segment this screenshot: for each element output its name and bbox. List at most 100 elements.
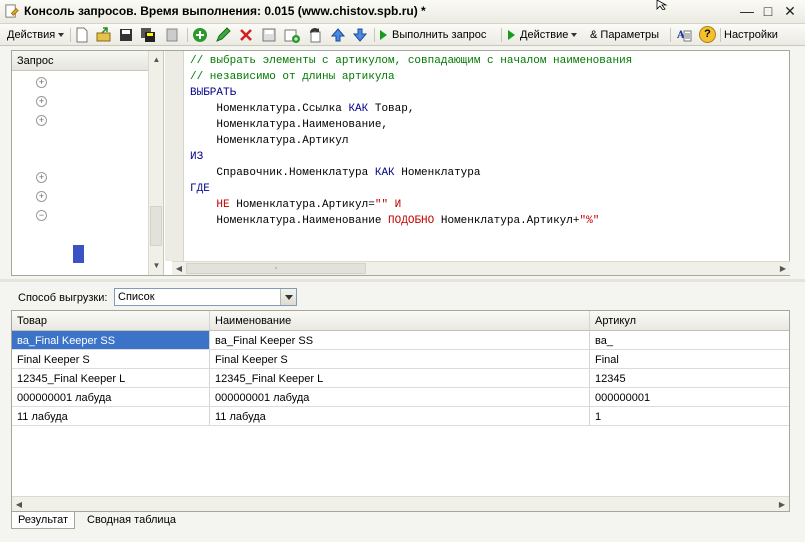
scroll-left-icon[interactable]: ◀	[173, 262, 185, 275]
settings-button[interactable]: Настройки	[724, 26, 778, 44]
new-icon[interactable]	[74, 27, 90, 43]
scroll-up-icon[interactable]: ▲	[151, 53, 162, 67]
minimize-button[interactable]: —	[738, 3, 756, 21]
table-cell[interactable]: Final	[590, 350, 789, 368]
expand-icon[interactable]: +	[36, 77, 47, 88]
code-line: ВЫБРАТЬ	[190, 85, 780, 101]
code-line: Номенклатура.Наименование ПОДОБНО Номенк…	[190, 213, 780, 229]
table-header: Товар Наименование Артикул	[12, 311, 789, 331]
close-button[interactable]: ✕	[781, 3, 799, 21]
code-line: Номенклатура.Ссылка КАК Товар,	[190, 101, 780, 117]
action-menu[interactable]: Действие	[508, 26, 578, 44]
tab-result[interactable]: Результат	[11, 512, 76, 529]
edit-icon[interactable]	[215, 27, 231, 43]
table-row[interactable]: ва_Final Keeper SS ва_Final Keeper SS ва_	[12, 331, 789, 350]
table-cell[interactable]: 12345_Final Keeper L	[12, 369, 210, 387]
code-token: Номенклатура.Артикул	[190, 135, 349, 147]
help-icon[interactable]: ?	[699, 26, 716, 43]
code-line: ИЗ	[190, 149, 780, 165]
scroll-left-icon[interactable]: ◀	[13, 498, 25, 511]
tab-pivot-table[interactable]: Сводная таблица	[81, 512, 182, 529]
refresh-icon[interactable]	[307, 27, 323, 43]
editor-scrollbar[interactable]: ◀ ▫ ▶	[172, 261, 790, 275]
code-token: // выбрать элементы с артикулом, совпада…	[190, 55, 633, 67]
table-cell[interactable]: ва_Final Keeper SS	[210, 331, 590, 349]
table-cell[interactable]: 12345_Final Keeper L	[210, 369, 590, 387]
table-row[interactable]: 11 лабуда 11 лабуда 1	[12, 407, 789, 426]
toolbar: Действия Выполнить запрос Действие & Пар…	[0, 24, 805, 46]
code-token: НЕ	[216, 199, 230, 211]
delete-icon[interactable]	[238, 27, 254, 43]
code-token: // независимо от длины артикула	[190, 71, 395, 83]
actions-menu[interactable]: Действия	[7, 26, 65, 44]
scroll-right-icon[interactable]: ▶	[777, 262, 789, 275]
params-button[interactable]: & Параметры	[590, 26, 659, 44]
scroll-down-icon[interactable]: ▼	[151, 259, 162, 273]
copy-icon[interactable]	[164, 27, 180, 43]
code-token: Товар,	[368, 103, 415, 115]
code-token: "%"	[579, 215, 600, 227]
table-cell[interactable]: 000000001	[590, 388, 789, 406]
table-row[interactable]: 000000001 лабуда 000000001 лабуда 00000000…	[12, 388, 789, 407]
code-token: ИЗ	[190, 151, 204, 163]
table-scrollbar[interactable]: ◀ ▶	[12, 496, 789, 511]
code-token: Номенклатура.Наименование	[190, 215, 389, 227]
splitter[interactable]	[0, 279, 805, 282]
maximize-button[interactable]: □	[759, 3, 777, 21]
table-cell[interactable]: ва_Final Keeper SS	[12, 331, 210, 349]
table-cell[interactable]: 1	[590, 407, 789, 425]
expand-icon[interactable]: +	[36, 191, 47, 202]
code-token: Справочник.Номенклатура	[190, 167, 375, 179]
code-token: Номенклатура.Артикул+	[434, 215, 580, 227]
query-editor[interactable]: // выбрать элементы с артикулом, совпада…	[190, 53, 780, 259]
collapse-icon[interactable]: −	[36, 210, 47, 221]
tree-header: Запрос	[12, 51, 149, 71]
mouse-cursor-icon	[656, 0, 668, 10]
column-header[interactable]: Товар	[12, 311, 210, 330]
table-cell[interactable]: 000000001 лабуда	[12, 388, 210, 406]
table-cell[interactable]: Final Keeper S	[210, 350, 590, 368]
code-line: Номенклатура.Наименование,	[190, 117, 780, 133]
expand-icon[interactable]: +	[36, 115, 47, 126]
query-builder-icon[interactable]: A	[676, 27, 692, 43]
table-cell[interactable]: ва_	[590, 331, 789, 349]
column-header[interactable]: Артикул	[590, 311, 789, 330]
code-token: КАК	[348, 103, 369, 115]
table-cell[interactable]: Final Keeper S	[12, 350, 210, 368]
tree-scrollbar[interactable]: ▲ ▼	[148, 51, 163, 275]
expand-icon[interactable]: +	[36, 96, 47, 107]
column-header[interactable]: Наименование	[210, 311, 590, 330]
table-cell[interactable]: 11 лабуда	[12, 407, 210, 425]
scroll-right-icon[interactable]: ▶	[776, 498, 788, 511]
app-icon	[5, 4, 19, 18]
code-token: Номенклатура.Артикул=	[229, 199, 375, 211]
copy-row-icon[interactable]	[261, 27, 277, 43]
table-cell[interactable]: 000000001 лабуда	[210, 388, 590, 406]
save-icon[interactable]	[118, 27, 134, 43]
code-token: Номенклатура	[394, 167, 481, 179]
execute-query-button[interactable]: Выполнить запрос	[380, 26, 486, 44]
export-mode-value: Список	[118, 291, 155, 303]
save-as-icon[interactable]	[140, 27, 156, 43]
table-cell[interactable]: 12345	[590, 369, 789, 387]
open-icon[interactable]	[96, 27, 112, 43]
table-row[interactable]: Final Keeper S Final Keeper S Final	[12, 350, 789, 369]
chevron-down-icon	[285, 295, 293, 300]
code-token: КАК	[374, 167, 395, 179]
query-panel: Запрос + + + + + − ▲ ▼ // выбрать элемен…	[11, 50, 790, 276]
table-cell[interactable]: 11 лабуда	[210, 407, 590, 425]
scroll-thumb[interactable]: ▫	[186, 263, 366, 274]
code-token: ПОДОБНО	[388, 215, 435, 227]
add-param-icon[interactable]	[284, 27, 300, 43]
up-icon[interactable]	[330, 27, 346, 43]
add-icon[interactable]	[192, 27, 208, 43]
code-line: // выбрать элементы с артикулом, совпада…	[190, 53, 780, 69]
table-row[interactable]: 12345_Final Keeper L 12345_Final Keeper L…	[12, 369, 789, 388]
dropdown-button[interactable]	[280, 289, 296, 305]
down-icon[interactable]	[352, 27, 368, 43]
code-token: Номенклатура.Ссылка	[190, 103, 349, 115]
export-mode-select[interactable]: Список	[114, 288, 297, 306]
scroll-thumb[interactable]	[150, 206, 162, 246]
results-table[interactable]: Товар Наименование Артикул ва_Final Keep…	[11, 310, 790, 512]
expand-icon[interactable]: +	[36, 172, 47, 183]
